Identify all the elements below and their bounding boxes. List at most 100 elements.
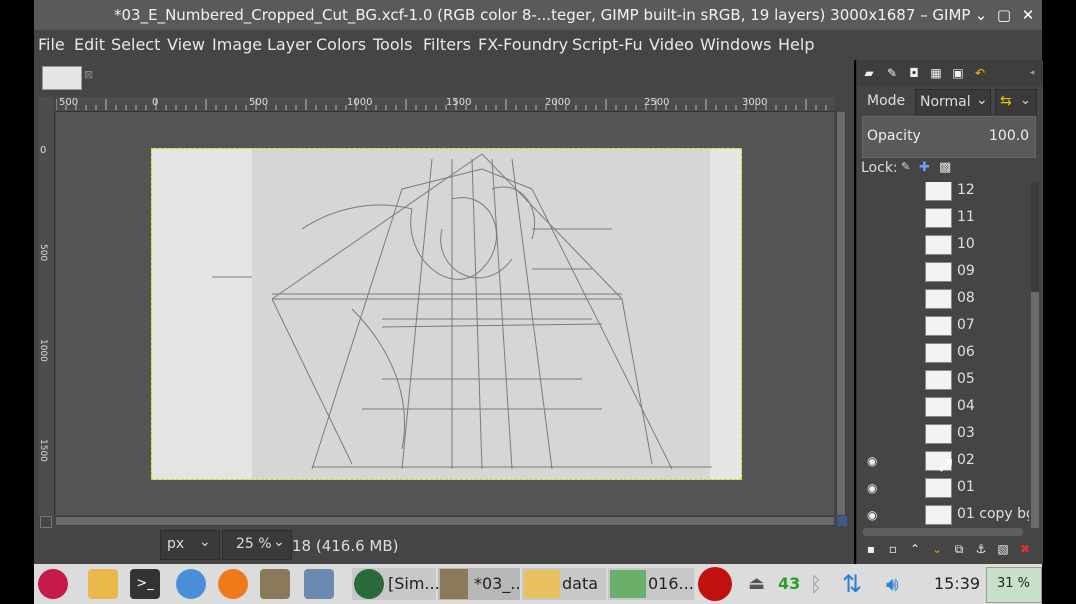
layer-row[interactable]: 09 — [861, 259, 1029, 286]
layer-row[interactable]: 04 — [861, 394, 1029, 421]
channels-tab-icon[interactable]: ◘ — [905, 64, 923, 82]
gimp-icon — [440, 569, 468, 599]
menu-select[interactable]: Select — [111, 35, 160, 54]
anchor-layer-icon[interactable]: ⚓ — [973, 541, 989, 557]
taskbar-item-data[interactable]: data — [522, 568, 606, 600]
title-bar: *03_E_Numbered_Cropped_Cut_BG.xcf-1.0 (R… — [34, 0, 1042, 30]
opacity-slider[interactable]: Opacity 100.0 — [862, 116, 1036, 158]
image-canvas[interactable] — [151, 148, 742, 480]
cpu-monitor[interactable]: 31 % — [986, 567, 1042, 603]
layer-row[interactable]: ◉ 01 — [861, 475, 1029, 502]
layers-tab-icon[interactable]: ▰ — [860, 64, 878, 82]
layers-scrollbar[interactable] — [1031, 182, 1039, 528]
gimp-icon[interactable] — [260, 569, 290, 599]
chromium-icon[interactable] — [176, 569, 206, 599]
menu-windows[interactable]: Windows — [700, 35, 771, 54]
chevron-down-icon: ⌄ — [1020, 93, 1031, 108]
firefox-icon[interactable] — [218, 569, 248, 599]
raspberry-menu-icon[interactable] — [38, 569, 68, 599]
menu-colors[interactable]: Colors — [316, 35, 366, 54]
taskbar-item-sim[interactable]: [Sim... — [352, 568, 440, 600]
zoom-select[interactable]: 25 % ⌄ — [222, 530, 292, 560]
screenshot-icon[interactable] — [304, 569, 334, 599]
image-viewer-icon — [610, 570, 646, 598]
layer-row[interactable]: 12 — [861, 182, 1029, 205]
duplicate-layer-icon[interactable]: ⧉ — [951, 541, 967, 557]
undo-tab-icon[interactable]: ↶ — [971, 64, 989, 82]
terminal-icon[interactable]: >_ — [130, 569, 160, 599]
record-icon[interactable] — [698, 567, 732, 601]
maximize-button[interactable]: ▢ — [994, 5, 1014, 25]
file-manager-icon[interactable] — [88, 569, 118, 599]
image-tab-thumbnail[interactable] — [42, 66, 82, 90]
clock[interactable]: 15:39 — [934, 568, 980, 600]
ruler-vertical[interactable]: 0 500 1000 1500 — [38, 111, 55, 515]
lock-pixels-icon[interactable]: ✎ — [901, 160, 910, 173]
layer-thumbnail — [925, 262, 952, 282]
layer-row[interactable]: ◉ 01 copy bg — [861, 502, 1029, 528]
layer-row[interactable]: 06 — [861, 340, 1029, 367]
menu-file[interactable]: File — [38, 35, 65, 54]
layer-row[interactable]: 05 — [861, 367, 1029, 394]
ruler-corner[interactable] — [38, 97, 54, 111]
layer-row[interactable]: 08 — [861, 286, 1029, 313]
mask-layer-icon[interactable]: ▧ — [995, 541, 1011, 557]
scrollbar-thumb[interactable] — [1031, 292, 1039, 528]
ruler-horizontal[interactable]: 500 0 500 1000 1500 2000 2500 3000 — [56, 97, 834, 112]
menu-fx-foundry[interactable]: FX-Foundry — [478, 35, 568, 54]
image-tab-icon[interactable]: ▣ — [949, 64, 967, 82]
lock-label: Lock: — [861, 160, 898, 176]
layer-name: 05 — [957, 371, 975, 387]
layer-row[interactable]: 03 — [861, 421, 1029, 448]
unit-select[interactable]: px ⌄ — [160, 530, 220, 560]
chevron-down-icon: ⌄ — [976, 92, 988, 108]
layer-name: 10 — [957, 236, 975, 252]
raise-layer-icon[interactable]: ⌃ — [907, 541, 923, 557]
menu-video[interactable]: Video — [649, 35, 694, 54]
lower-layer-icon[interactable]: ⌄ — [929, 541, 945, 557]
mode-select[interactable]: Normal ⌄ — [915, 89, 991, 117]
menu-layer[interactable]: Layer — [267, 35, 312, 54]
new-layer-icon[interactable]: ▪ — [863, 541, 879, 557]
tab-close-icon[interactable]: ⊠ — [84, 68, 93, 81]
scrollbar-thumb[interactable] — [56, 517, 834, 525]
brush-tab-icon[interactable]: ✎ — [883, 64, 901, 82]
network-transfer-icon[interactable]: ⇅ — [842, 568, 862, 600]
new-layer-group-icon[interactable]: ▫ — [885, 541, 901, 557]
menu-script-fu[interactable]: Script-Fu — [572, 35, 643, 54]
canvas-vertical-scrollbar[interactable] — [836, 112, 846, 515]
menu-filters[interactable]: Filters — [423, 35, 471, 54]
eject-icon[interactable]: ⏏ — [748, 568, 765, 600]
bluetooth-icon[interactable]: ᛒ — [810, 568, 822, 600]
mouse-cursor-icon: ➚ — [937, 453, 956, 478]
visibility-eye-icon[interactable]: ◉ — [867, 481, 877, 495]
lock-alpha-icon[interactable]: ▩ — [939, 160, 951, 175]
blend-mode-options[interactable]: ⇆ ⌄ — [995, 89, 1037, 117]
menu-help[interactable]: Help — [778, 35, 814, 54]
scrollbar-thumb[interactable] — [837, 112, 845, 515]
taskbar-item-image[interactable]: 016... — [608, 568, 694, 600]
menu-edit[interactable]: Edit — [74, 35, 105, 54]
layers-horizontal-scrollbar[interactable] — [863, 528, 1023, 536]
visibility-eye-icon[interactable]: ◉ — [867, 454, 877, 468]
volume-icon[interactable]: 🔊︎ — [886, 568, 899, 600]
layer-row[interactable]: 11 — [861, 205, 1029, 232]
visibility-eye-icon[interactable]: ◉ — [867, 508, 877, 522]
pattern-tab-icon[interactable]: ▦ — [927, 64, 945, 82]
quick-mask-toggle-icon[interactable] — [40, 516, 52, 528]
lock-position-icon[interactable]: ✚ — [919, 160, 930, 175]
menu-image[interactable]: Image — [212, 35, 262, 54]
taskbar-item-gimp[interactable]: *03_... — [438, 568, 526, 600]
menu-tools[interactable]: Tools — [373, 35, 412, 54]
ruler-label: 1000 — [347, 97, 373, 108]
minimize-button[interactable]: ⌄ — [971, 5, 991, 25]
menu-view[interactable]: View — [167, 35, 205, 54]
delete-layer-icon[interactable]: ✖ — [1017, 541, 1033, 557]
navigate-icon[interactable] — [837, 516, 847, 526]
close-button[interactable]: ✕ — [1018, 5, 1038, 25]
dock-menu-icon[interactable]: ◂ — [1023, 64, 1041, 82]
layer-row[interactable]: 10 — [861, 232, 1029, 259]
canvas-horizontal-scrollbar[interactable] — [56, 516, 834, 526]
layer-name: 02 — [957, 452, 975, 468]
layer-row[interactable]: 07 — [861, 313, 1029, 340]
